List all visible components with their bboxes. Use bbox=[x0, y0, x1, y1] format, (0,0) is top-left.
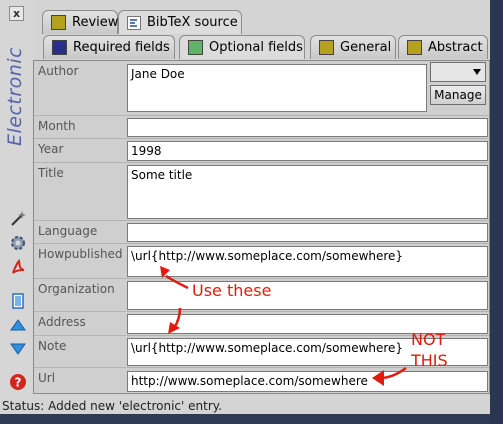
organization-label: Organization bbox=[38, 282, 115, 296]
bottom-border bbox=[0, 414, 503, 424]
annotation-use-these: Use these bbox=[192, 281, 272, 300]
url-field[interactable]: http://www.someplace.com/somewhere bbox=[127, 371, 488, 392]
address-label: Address bbox=[38, 315, 86, 329]
month-field[interactable] bbox=[127, 118, 488, 137]
gear-icon[interactable] bbox=[9, 234, 27, 252]
row-title: Title Some title bbox=[34, 162, 489, 221]
tab-optional-fields[interactable]: Optional fields bbox=[179, 35, 305, 59]
abstract-swatch-icon bbox=[407, 40, 422, 55]
copy-icon[interactable] bbox=[9, 292, 27, 310]
language-label: Language bbox=[38, 224, 98, 238]
magic-wand-icon[interactable] bbox=[9, 210, 27, 228]
tab-bibtex-source[interactable]: BibTeX source bbox=[118, 10, 242, 34]
svg-text:?: ? bbox=[15, 376, 22, 390]
language-field[interactable] bbox=[127, 223, 488, 242]
tab-required-fields[interactable]: Required fields bbox=[43, 35, 175, 59]
year-label: Year bbox=[38, 142, 64, 156]
year-field[interactable]: 1998 bbox=[127, 141, 488, 161]
row-language: Language bbox=[34, 220, 489, 244]
row-month: Month bbox=[34, 115, 489, 139]
url-label: Url bbox=[38, 371, 56, 385]
right-border bbox=[490, 0, 503, 424]
annotation-arrows-icon bbox=[160, 266, 189, 334]
note-label: Note bbox=[38, 339, 67, 353]
optional-swatch-icon bbox=[188, 40, 203, 55]
status-bar: Status: Added new 'electronic' entry. bbox=[2, 399, 222, 413]
pdf-icon[interactable] bbox=[9, 258, 27, 276]
chevron-down-icon bbox=[473, 69, 481, 75]
author-label: Author bbox=[38, 64, 79, 78]
annotation-not-line1: NOT bbox=[411, 330, 446, 349]
month-label: Month bbox=[38, 119, 76, 133]
title-label: Title bbox=[38, 166, 64, 180]
required-swatch-icon bbox=[52, 40, 67, 55]
close-icon[interactable]: x bbox=[9, 6, 24, 21]
author-dropdown[interactable] bbox=[430, 62, 486, 82]
title-field[interactable]: Some title bbox=[127, 165, 488, 219]
manage-button[interactable]: Manage bbox=[430, 85, 486, 105]
row-url: Url http://www.someplace.com/somewhere bbox=[34, 367, 489, 396]
howpublished-label: Howpublished bbox=[38, 247, 123, 261]
down-arrow-icon[interactable] bbox=[9, 340, 27, 358]
annotation-not-line2: THIS bbox=[411, 351, 448, 370]
row-year: Year 1998 bbox=[34, 138, 489, 163]
tab-general[interactable]: General bbox=[310, 35, 396, 59]
annotation-arrow-icon bbox=[372, 366, 407, 386]
help-icon[interactable]: ? bbox=[9, 373, 27, 391]
author-field[interactable]: Jane Doe bbox=[127, 64, 427, 112]
row-howpublished: Howpublished \url{http://www.someplace.c… bbox=[34, 243, 489, 279]
tab-abstract[interactable]: Abstract bbox=[398, 35, 488, 59]
tab-review[interactable]: Review bbox=[42, 10, 118, 34]
general-swatch-icon bbox=[319, 40, 334, 55]
row-author: Author Jane Doe bbox=[34, 61, 489, 115]
review-swatch-icon bbox=[51, 15, 66, 30]
up-arrow-icon[interactable] bbox=[9, 316, 27, 334]
entry-type-title: Electronic bbox=[4, 46, 26, 146]
bibtex-source-icon bbox=[127, 15, 141, 30]
